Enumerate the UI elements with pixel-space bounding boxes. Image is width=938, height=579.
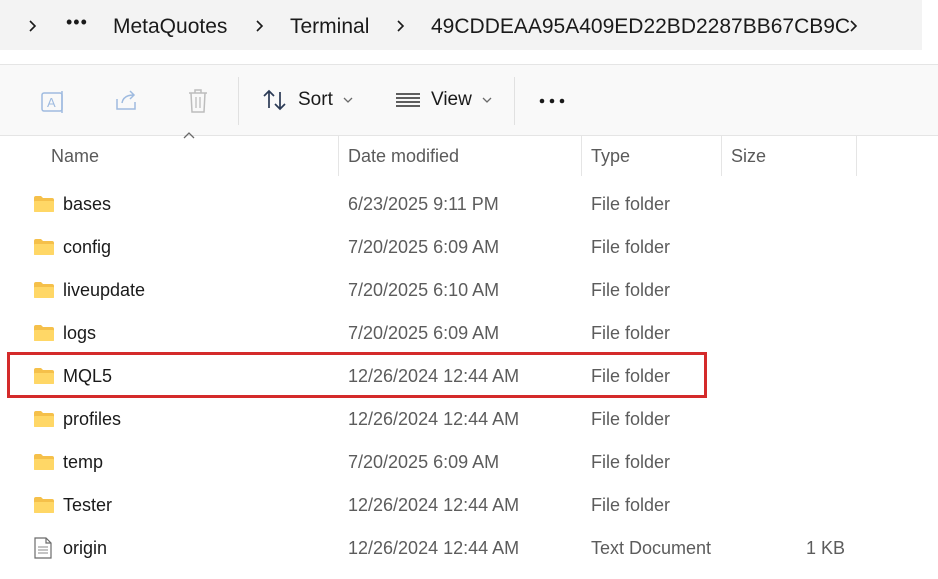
sort-label: Sort <box>298 89 333 110</box>
file-date: 12/26/2024 12:44 AM <box>348 538 520 558</box>
file-type: File folder <box>591 452 671 472</box>
file-name: temp <box>63 452 104 472</box>
column-header-size[interactable]: Size <box>731 146 766 167</box>
breadcrumb-item-metaquotes[interactable]: MetaQuotes <box>113 15 227 39</box>
folder-icon <box>34 454 54 470</box>
breadcrumb-separator-icon[interactable] <box>393 18 409 34</box>
sort-chevron-down-icon <box>343 97 353 103</box>
file-date: 12/26/2024 12:44 AM <box>348 495 520 515</box>
breadcrumb-item-terminal[interactable]: Terminal <box>290 15 369 39</box>
folder-icon <box>34 282 54 298</box>
breadcrumb-item-current-folder[interactable]: 49CDDEAA95A409ED22BD2287BB67CB9C <box>431 15 850 39</box>
breadcrumb-separator-icon[interactable] <box>252 18 268 34</box>
file-date: 7/20/2025 6:09 AM <box>348 237 500 257</box>
file-name: logs <box>63 323 97 343</box>
more-options-button[interactable] <box>539 97 567 105</box>
file-date: 7/20/2025 6:09 AM <box>348 323 500 343</box>
column-header-type[interactable]: Type <box>591 146 630 167</box>
view-label: View <box>431 89 472 110</box>
file-type: Text Document <box>591 538 712 558</box>
column-divider[interactable] <box>338 136 339 176</box>
column-header-row: Name Date modified Type Size <box>0 136 938 176</box>
file-name: Tester <box>63 495 113 515</box>
file-size: 1 KB <box>805 538 845 558</box>
share-button[interactable] <box>114 89 140 113</box>
folder-icon <box>34 411 54 427</box>
file-name: bases <box>63 194 112 214</box>
file-name: liveupdate <box>63 280 146 300</box>
more-locations-icon[interactable]: ••• <box>66 12 88 33</box>
column-divider[interactable] <box>581 136 582 176</box>
file-type: File folder <box>591 237 671 257</box>
toolbar-separator <box>238 77 239 125</box>
sort-button[interactable]: Sort <box>262 88 353 112</box>
column-divider[interactable] <box>721 136 722 176</box>
column-header-date-modified[interactable]: Date modified <box>348 146 459 167</box>
file-type: File folder <box>591 323 671 343</box>
folder-icon <box>34 325 54 341</box>
file-type: File folder <box>591 495 671 515</box>
column-header-name[interactable]: Name <box>51 146 99 167</box>
folder-icon <box>34 239 54 255</box>
toolbar-separator <box>514 77 515 125</box>
table-row[interactable]: logs 7/20/2025 6:09 AM File folder <box>0 312 938 355</box>
table-row[interactable]: config 7/20/2025 6:09 AM File folder <box>0 226 938 269</box>
table-row[interactable]: Tester 12/26/2024 12:44 AM File folder <box>0 484 938 527</box>
folder-icon <box>34 497 54 513</box>
rename-icon: A <box>41 91 63 113</box>
delete-button[interactable] <box>187 88 209 114</box>
address-bar[interactable]: ••• MetaQuotes Terminal 49CDDEAA95A409ED… <box>0 0 922 50</box>
command-bar: A Sort View <box>0 64 938 136</box>
text-document-icon <box>34 537 52 559</box>
table-row[interactable]: origin 12/26/2024 12:44 AM Text Document… <box>0 527 938 570</box>
more-options-icon <box>539 98 565 104</box>
sort-icon <box>263 89 286 111</box>
table-row[interactable]: liveupdate 7/20/2025 6:10 AM File folder <box>0 269 938 312</box>
file-date: 6/23/2025 9:11 PM <box>348 194 499 214</box>
file-type: File folder <box>591 409 671 429</box>
table-row[interactable]: bases 6/23/2025 9:11 PM File folder <box>0 183 938 226</box>
file-type: File folder <box>591 194 671 214</box>
view-button[interactable]: View <box>395 88 492 112</box>
file-date: 7/20/2025 6:10 AM <box>348 280 500 300</box>
table-row[interactable]: profiles 12/26/2024 12:44 AM File folder <box>0 398 938 441</box>
folder-icon <box>34 196 54 212</box>
column-divider[interactable] <box>856 136 857 176</box>
file-date: 12/26/2024 12:44 AM <box>348 409 520 429</box>
rename-button[interactable]: A <box>40 89 68 115</box>
file-name: profiles <box>63 409 122 429</box>
file-name: config <box>63 237 112 257</box>
file-type: File folder <box>591 280 671 300</box>
breadcrumb-separator-icon[interactable] <box>846 18 862 34</box>
view-list-icon <box>396 93 420 107</box>
file-name: origin <box>63 538 108 558</box>
table-row[interactable]: temp 7/20/2025 6:09 AM File folder <box>0 441 938 484</box>
highlight-box <box>7 352 707 398</box>
expand-chevron-icon[interactable] <box>25 18 41 34</box>
svg-text:A: A <box>47 95 56 110</box>
view-chevron-down-icon <box>482 97 492 103</box>
trash-icon <box>189 89 207 113</box>
file-date: 7/20/2025 6:09 AM <box>348 452 500 472</box>
share-icon <box>116 90 136 110</box>
